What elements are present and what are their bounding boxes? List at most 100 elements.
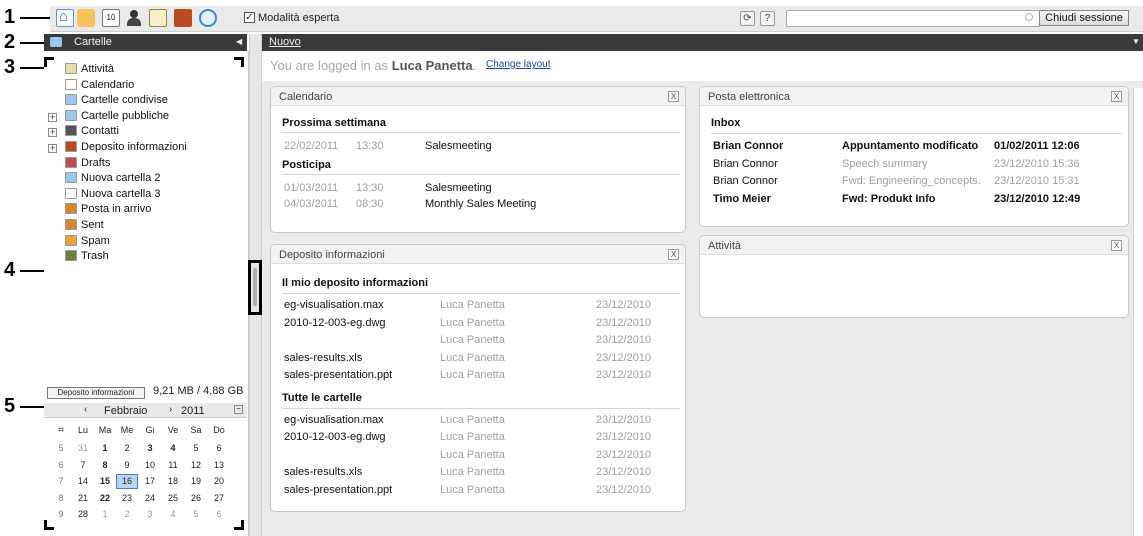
- prev-month-button[interactable]: ‹: [84, 404, 87, 415]
- calendar-day[interactable]: 23: [116, 493, 138, 503]
- appointment-time[interactable]: 13:30: [356, 182, 384, 194]
- mail-subject[interactable]: Speech summary: [842, 158, 928, 170]
- folder-item[interactable]: Posta in arrivo: [65, 203, 151, 218]
- expand-icon[interactable]: +: [48, 112, 57, 122]
- appointment-date[interactable]: 01/03/2011: [284, 182, 338, 194]
- calendar-day[interactable]: 24: [139, 493, 161, 503]
- file-name[interactable]: sales-presentation.ppt: [284, 484, 392, 496]
- mail-subject[interactable]: Appuntamento modificato: [842, 140, 978, 152]
- mail-subject[interactable]: Fwd: Engineering_concepts.: [842, 175, 981, 187]
- week-number[interactable]: 5: [50, 443, 72, 453]
- folder-item[interactable]: Cartelle condivise: [65, 94, 168, 109]
- appointment-time[interactable]: 08:30: [356, 198, 384, 210]
- calendar-day[interactable]: 31: [72, 443, 94, 453]
- calendar-day[interactable]: 17: [139, 476, 161, 486]
- calendar-day[interactable]: 5: [185, 509, 207, 519]
- folder-item[interactable]: Calendario: [65, 78, 134, 94]
- folder-item[interactable]: Nuova cartella 2: [65, 172, 161, 187]
- close-icon[interactable]: X: [668, 91, 679, 102]
- calendar-day[interactable]: 28: [72, 509, 94, 519]
- calendar-day[interactable]: 12: [185, 460, 207, 470]
- infostore-portlet-header[interactable]: Deposito informazioni X: [271, 245, 685, 264]
- week-number[interactable]: 6: [50, 460, 72, 470]
- folder-item[interactable]: + Cartelle pubbliche: [48, 109, 169, 125]
- calendar-day[interactable]: 1: [94, 509, 116, 519]
- folder-item[interactable]: Sent: [65, 219, 104, 234]
- file-name[interactable]: eg-visualisation.max: [284, 414, 384, 426]
- calendar-day[interactable]: 16: [116, 474, 138, 489]
- folder-item[interactable]: + Contatti: [48, 125, 119, 140]
- file-name[interactable]: eg-visualisation.max: [284, 299, 384, 311]
- mail-portlet-header[interactable]: Posta elettronica X: [700, 87, 1128, 106]
- calendar-day[interactable]: 22: [94, 493, 116, 503]
- appointment-title[interactable]: Salesmeeting: [425, 140, 492, 152]
- home-icon[interactable]: [56, 8, 74, 27]
- search-input[interactable]: [786, 10, 1040, 27]
- appointment-date[interactable]: 04/03/2011: [284, 198, 338, 210]
- file-name[interactable]: sales-results.xls: [284, 352, 362, 364]
- mail-sender[interactable]: Brian Connor: [713, 175, 778, 187]
- folder-item[interactable]: Trash: [65, 250, 109, 265]
- calendar-day[interactable]: 4: [162, 509, 184, 519]
- calendar-day[interactable]: 15: [94, 476, 116, 486]
- calendar-day[interactable]: 6: [208, 509, 230, 519]
- help-button[interactable]: ?: [760, 11, 775, 26]
- calendar-day[interactable]: 27: [208, 493, 230, 503]
- calendar-day[interactable]: 26: [185, 493, 207, 503]
- mail-sender[interactable]: Brian Connor: [713, 140, 783, 152]
- calendar-day[interactable]: 19: [185, 476, 207, 486]
- file-name[interactable]: 2010-12-003-eg.dwg: [284, 431, 386, 443]
- appointment-date[interactable]: 22/02/2011: [284, 140, 338, 152]
- file-name[interactable]: sales-results.xls: [284, 466, 362, 478]
- calendar-day[interactable]: 10: [139, 460, 161, 470]
- main-scrollbar[interactable]: [1133, 88, 1143, 536]
- calendar-day[interactable]: 3: [139, 509, 161, 519]
- contacts-icon[interactable]: [125, 9, 143, 27]
- change-layout-link[interactable]: Change layout: [486, 59, 551, 70]
- folder-item[interactable]: + Deposito informazioni: [48, 141, 187, 156]
- calendar-day[interactable]: 21: [72, 493, 94, 503]
- mail-sender[interactable]: Brian Connor: [713, 158, 778, 170]
- calendar-day[interactable]: 18: [162, 476, 184, 486]
- calendar-day[interactable]: 13: [208, 460, 230, 470]
- week-number[interactable]: 9: [50, 509, 72, 519]
- calendar-day[interactable]: 7: [72, 460, 94, 470]
- settings-icon[interactable]: [199, 9, 217, 27]
- search-icon[interactable]: [1025, 13, 1033, 21]
- expand-icon[interactable]: +: [48, 144, 57, 153]
- close-icon[interactable]: X: [668, 249, 679, 260]
- week-number[interactable]: 8: [50, 493, 72, 503]
- calendar-day[interactable]: 4: [162, 443, 184, 453]
- calendar-day[interactable]: 8: [94, 460, 116, 470]
- new-menu[interactable]: Nuovo: [269, 36, 301, 48]
- calendar-icon[interactable]: 10: [102, 9, 120, 27]
- folder-item[interactable]: Attività: [65, 63, 114, 78]
- calendar-day[interactable]: 20: [208, 476, 230, 486]
- quota-button[interactable]: Deposito informazioni: [47, 387, 145, 399]
- calendar-day[interactable]: 3: [139, 443, 161, 453]
- mail-sender[interactable]: Timo Meier: [713, 193, 771, 205]
- collapse-icon[interactable]: ◀: [236, 37, 242, 46]
- calendar-portlet-header[interactable]: Calendario X: [271, 87, 685, 106]
- calendar-day[interactable]: 11: [162, 460, 184, 470]
- appointment-title[interactable]: Salesmeeting: [425, 182, 492, 194]
- header-dropdown-icon[interactable]: ▼: [1132, 37, 1140, 46]
- calendar-day[interactable]: 2: [116, 443, 138, 453]
- appointment-title[interactable]: Monthly Sales Meeting: [425, 198, 536, 210]
- calendar-day[interactable]: 9: [116, 460, 138, 470]
- logout-button[interactable]: Chiudi sessione: [1039, 10, 1129, 26]
- calendar-day[interactable]: 2: [116, 509, 138, 519]
- close-icon[interactable]: X: [1111, 91, 1122, 102]
- calendar-day[interactable]: 25: [162, 493, 184, 503]
- week-number[interactable]: 7: [50, 476, 72, 486]
- tasks-portlet-header[interactable]: Attività X: [700, 236, 1128, 255]
- appointment-time[interactable]: 13:30: [356, 140, 384, 152]
- calendar-day[interactable]: 6: [208, 443, 230, 453]
- file-name[interactable]: 2010-12-003-eg.dwg: [284, 317, 386, 329]
- next-month-button[interactable]: ›: [169, 404, 172, 415]
- collapse-calendar-icon[interactable]: −: [234, 405, 243, 414]
- calendar-day[interactable]: 1: [94, 443, 116, 453]
- tasks-icon[interactable]: [149, 9, 167, 27]
- week-view-icon[interactable]: ⌗: [50, 425, 72, 436]
- portal-icon[interactable]: [77, 9, 95, 27]
